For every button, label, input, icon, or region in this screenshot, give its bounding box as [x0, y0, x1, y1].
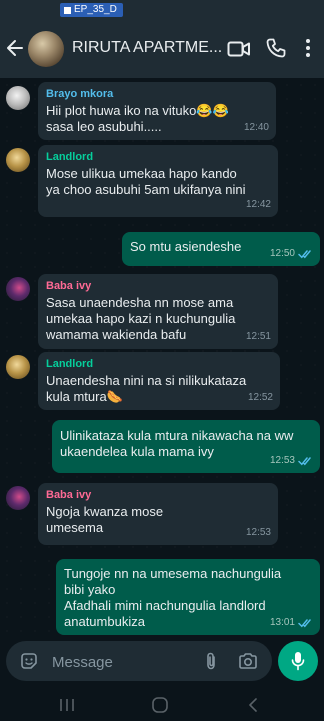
video-call-icon[interactable]	[227, 39, 251, 59]
sender-avatar[interactable]	[6, 277, 30, 301]
back-arrow-icon[interactable]	[6, 38, 24, 58]
camera-icon[interactable]	[238, 652, 258, 670]
microphone-icon	[291, 652, 305, 671]
message-bubble[interactable]: Baba ivy Ngoja kwanza mose umesema 12:53	[38, 483, 278, 545]
message-time: 12:42	[245, 199, 271, 210]
home-icon[interactable]	[151, 696, 169, 714]
sender-name[interactable]: Baba ivy	[46, 279, 270, 293]
sender-name[interactable]: Landlord	[46, 150, 270, 164]
sender-name[interactable]: Brayo mkora	[46, 87, 268, 101]
system-navigation-bar	[0, 690, 324, 721]
message-composer	[6, 641, 272, 681]
sender-avatar[interactable]	[6, 486, 30, 510]
sticker-icon[interactable]	[20, 652, 38, 670]
read-receipt-icon	[298, 619, 311, 628]
message-time: 12:52	[247, 392, 273, 403]
read-receipt-icon	[298, 457, 311, 466]
sender-name[interactable]: Landlord	[46, 357, 272, 371]
message-text: Ngoja kwanza mose umesema	[46, 504, 164, 535]
square-icon	[64, 6, 71, 14]
attach-icon[interactable]	[204, 651, 218, 671]
voice-message-button[interactable]	[278, 641, 318, 681]
message-text: Sasa unaendesha nn mose ama umekaa hapo …	[46, 295, 236, 342]
message-text: Unaendesha nini na si nilikukataza kula …	[46, 373, 247, 404]
status-tag: EP_35_D	[60, 3, 123, 17]
status-bar: EP_35_D	[0, 0, 324, 20]
phone-icon[interactable]	[265, 37, 287, 59]
message-input[interactable]	[50, 651, 194, 673]
message-time: 13:01	[269, 617, 295, 628]
message-bubble[interactable]: Landlord Mose ulikua umekaa hapo kando y…	[38, 145, 278, 217]
message-time: 12:50	[269, 248, 295, 259]
message-bubble[interactable]: Tungoje nn na umesema nachungulia bibi y…	[56, 559, 320, 635]
message-bubble[interactable]: Landlord Unaendesha nini na si nilikukat…	[38, 352, 280, 410]
message-text: Mose ulikua umekaa hapo kando ya choo as…	[46, 166, 246, 197]
sender-avatar[interactable]	[6, 148, 30, 172]
sender-avatar[interactable]	[6, 86, 30, 110]
message-bubble[interactable]: So mtu asiendeshe 12:50	[122, 232, 320, 266]
sender-avatar[interactable]	[6, 355, 30, 379]
message-bubble[interactable]: Baba ivy Sasa unaendesha nn mose ama ume…	[38, 274, 278, 349]
message-time: 12:53	[269, 455, 295, 466]
recents-icon[interactable]	[58, 698, 76, 712]
message-time: 12:53	[245, 527, 271, 538]
message-bubble[interactable]: Ulinikataza kula mtura nikawacha na ww u…	[52, 420, 320, 473]
sender-name[interactable]: Baba ivy	[46, 488, 270, 502]
more-options-icon[interactable]	[303, 37, 313, 59]
message-bubble[interactable]: Brayo mkora Hii plot huwa iko na vituko😂…	[38, 82, 276, 140]
message-list: Brayo mkora Hii plot huwa iko na vituko😂…	[0, 78, 324, 641]
message-text: Hii plot huwa iko na vituko😂😂 sasa leo a…	[46, 103, 229, 134]
status-tag-label: EP_35_D	[74, 4, 117, 15]
read-receipt-icon	[298, 250, 311, 259]
group-title[interactable]: RIRUTA APARTME...	[72, 39, 222, 57]
group-avatar[interactable]	[28, 31, 64, 67]
chat-header: RIRUTA APARTME...	[0, 20, 324, 78]
nav-back-icon[interactable]	[247, 697, 259, 713]
message-time: 12:51	[245, 331, 271, 342]
message-time: 12:40	[243, 122, 269, 133]
